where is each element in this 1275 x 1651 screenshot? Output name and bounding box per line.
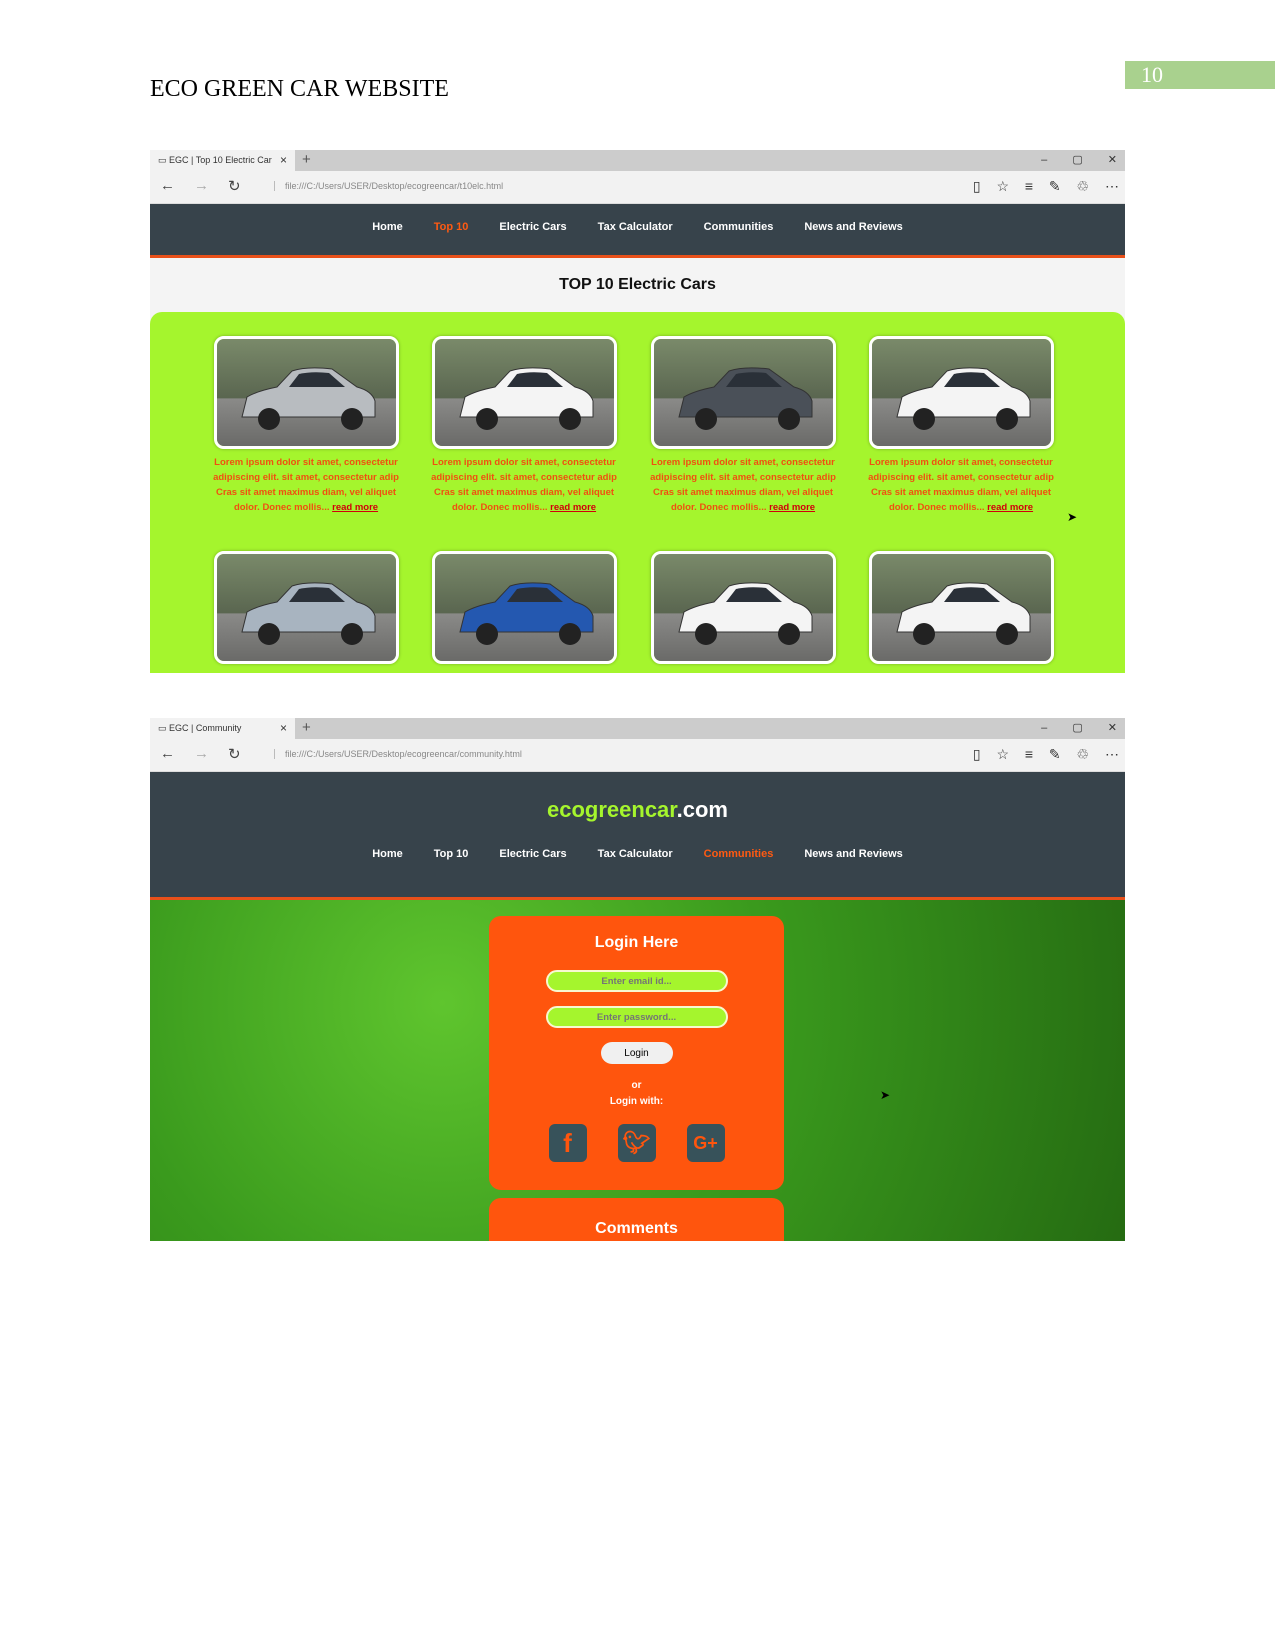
tab-bar: ▭ EGC | Top 10 Electric Car × + – ▢ ✕ xyxy=(150,150,1125,171)
nav-item-electric-cars[interactable]: Electric Cars xyxy=(499,221,566,233)
mouse-cursor-icon: ➤ xyxy=(1067,510,1078,524)
browser-tab[interactable]: ▭ EGC | Top 10 Electric Car × xyxy=(150,150,295,171)
url-input[interactable]: file:///C:/Users/USER/Desktop/ecogreenca… xyxy=(274,181,503,191)
comments-panel: Comments xyxy=(489,1198,784,1241)
read-more-link[interactable]: read more xyxy=(332,502,378,513)
forward-icon[interactable]: → xyxy=(194,745,209,762)
car-description: Lorem ipsum dolor sit amet, consectetur … xyxy=(861,455,1061,515)
car-image[interactable] xyxy=(651,551,836,664)
car-image[interactable] xyxy=(214,551,399,664)
twitter-icon[interactable]: 🐦︎ xyxy=(617,1124,656,1162)
window-controls[interactable]: – ▢ ✕ xyxy=(1041,718,1117,739)
login-title: Login Here xyxy=(594,934,679,951)
browser-tools-icon[interactable]: ▯ ☆ ≡ ✎ ♲ ⋯ xyxy=(973,178,1119,195)
mouse-cursor-icon: ➤ xyxy=(880,1088,891,1102)
back-icon[interactable]: ← xyxy=(160,745,175,762)
tab-title: EGC | Top 10 Electric Car xyxy=(169,155,272,165)
leaf-background: Login Here Login or Login with: f 🐦︎ G+ C… xyxy=(150,900,1125,1241)
car-image[interactable] xyxy=(432,336,617,449)
car-image[interactable] xyxy=(214,336,399,449)
document-title: ECO GREEN CAR WEBSITE xyxy=(150,76,449,102)
browser-tab[interactable]: ▭ EGC | Community × xyxy=(150,718,295,739)
nav-item-news-and-reviews[interactable]: News and Reviews xyxy=(804,848,902,860)
login-with-text: Login with: xyxy=(609,1096,664,1107)
nav-item-electric-cars[interactable]: Electric Cars xyxy=(499,848,566,860)
car-image[interactable] xyxy=(651,336,836,449)
nav-item-news-and-reviews[interactable]: News and Reviews xyxy=(804,221,902,233)
car-description: Lorem ipsum dolor sit amet, consectetur … xyxy=(424,455,624,515)
tab-title: EGC | Community xyxy=(169,723,242,733)
browser-window-top10: ▭ EGC | Top 10 Electric Car × + – ▢ ✕ ← →… xyxy=(150,150,1125,673)
nav-item-tax-calculator[interactable]: Tax Calculator xyxy=(598,221,673,233)
car-image[interactable] xyxy=(432,551,617,664)
car-description: Lorem ipsum dolor sit amet, consectetur … xyxy=(206,455,406,515)
nav-item-communities[interactable]: Communities xyxy=(704,848,774,860)
close-tab-icon[interactable]: × xyxy=(280,718,287,739)
nav-item-home[interactable]: Home xyxy=(372,848,403,860)
car-description: Lorem ipsum dolor sit amet, consectetur … xyxy=(643,455,843,515)
cars-grid: Lorem ipsum dolor sit amet, consectetur … xyxy=(150,312,1125,673)
read-more-link[interactable]: read more xyxy=(769,502,815,513)
nav-item-communities[interactable]: Communities xyxy=(704,221,774,233)
car-image[interactable] xyxy=(869,336,1054,449)
password-input[interactable] xyxy=(545,1006,728,1028)
close-tab-icon[interactable]: × xyxy=(280,150,287,171)
logo-text-green: ecogreencar xyxy=(547,797,677,822)
logo-text-white: .com xyxy=(676,797,728,822)
login-panel: Login Here Login or Login with: f 🐦︎ G+ xyxy=(489,916,784,1190)
refresh-icon[interactable]: ↻ xyxy=(228,745,241,763)
nav-item-top-10[interactable]: Top 10 xyxy=(434,221,469,233)
url-input[interactable]: file:///C:/Users/USER/Desktop/ecogreenca… xyxy=(274,749,522,759)
address-bar: ← → ↻ file:///C:/Users/USER/Desktop/ecog… xyxy=(150,171,1125,204)
email-input[interactable] xyxy=(545,970,728,992)
nav-item-top-10[interactable]: Top 10 xyxy=(434,848,469,860)
tab-page-icon: ▭ xyxy=(158,723,170,733)
new-tab-icon[interactable]: + xyxy=(302,150,311,170)
or-text: or xyxy=(631,1080,642,1091)
nav-item-tax-calculator[interactable]: Tax Calculator xyxy=(598,848,673,860)
car-image[interactable] xyxy=(869,551,1054,664)
address-bar: ← → ↻ file:///C:/Users/USER/Desktop/ecog… xyxy=(150,739,1125,772)
browser-tools-icon[interactable]: ▯ ☆ ≡ ✎ ♲ ⋯ xyxy=(973,746,1119,763)
google-plus-icon[interactable]: G+ xyxy=(686,1124,725,1162)
browser-window-community: ▭ EGC | Community × + – ▢ ✕ ← → ↻ file://… xyxy=(150,718,1125,1241)
read-more-link[interactable]: read more xyxy=(550,502,596,513)
read-more-link[interactable]: read more xyxy=(987,502,1033,513)
refresh-icon[interactable]: ↻ xyxy=(228,177,241,195)
tab-bar: ▭ EGC | Community × + – ▢ ✕ xyxy=(150,718,1125,739)
forward-icon[interactable]: → xyxy=(194,177,209,194)
page-number: 10 xyxy=(1125,61,1275,89)
main-nav: Home Top 10 Electric Cars Tax Calculator Com… xyxy=(150,204,1125,258)
site-logo[interactable]: ecogreencar.com xyxy=(150,772,1125,823)
facebook-icon[interactable]: f xyxy=(548,1124,587,1162)
login-button[interactable]: Login xyxy=(600,1042,673,1064)
site-header: ecogreencar.com Home Top 10 Electric Cars T… xyxy=(150,772,1125,900)
window-controls[interactable]: – ▢ ✕ xyxy=(1041,150,1117,171)
new-tab-icon[interactable]: + xyxy=(302,718,311,738)
back-icon[interactable]: ← xyxy=(160,177,175,194)
nav-item-home[interactable]: Home xyxy=(372,221,403,233)
page-title: TOP 10 Electric Cars xyxy=(559,276,716,293)
tab-page-icon: ▭ xyxy=(158,155,170,165)
